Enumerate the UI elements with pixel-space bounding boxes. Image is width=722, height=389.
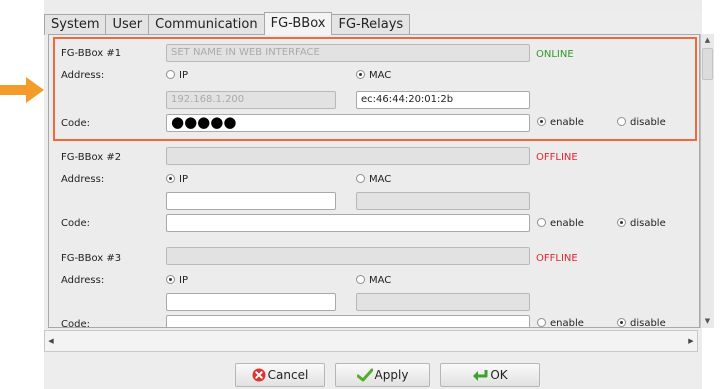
box2-disable-radio[interactable]: disable bbox=[617, 218, 666, 229]
box3-mac-label: MAC bbox=[369, 275, 392, 286]
dialog-top-strip bbox=[44, 0, 702, 12]
box3-status: OFFLINE bbox=[536, 253, 578, 264]
box1-title: FG-BBox #1 bbox=[61, 48, 122, 59]
scroll-left-icon[interactable]: ◀ bbox=[45, 331, 57, 351]
tab-bar: System User Communication FG-BBox FG-Rel… bbox=[44, 12, 411, 35]
box1-status: ONLINE bbox=[536, 49, 574, 60]
tab-user[interactable]: User bbox=[105, 14, 150, 35]
box2-status: OFFLINE bbox=[536, 152, 578, 163]
scroll-up-icon[interactable]: ▲ bbox=[701, 34, 714, 46]
box2-address-label: Address: bbox=[61, 174, 105, 185]
radio-dot bbox=[617, 117, 626, 126]
cancel-x-icon bbox=[252, 368, 266, 382]
radio-dot bbox=[166, 174, 175, 183]
box1-disable-radio[interactable]: disable bbox=[617, 117, 666, 128]
ok-label: OK bbox=[490, 368, 508, 382]
box3-ip-radio[interactable]: IP bbox=[166, 275, 188, 286]
radio-dot bbox=[166, 275, 175, 284]
box2-ip-field[interactable] bbox=[166, 192, 336, 210]
box1-mac-label: MAC bbox=[369, 70, 392, 81]
box3-enable-radio[interactable]: enable bbox=[537, 318, 584, 328]
box2-name-field[interactable] bbox=[166, 147, 530, 165]
radio-dot bbox=[537, 218, 546, 227]
box3-code-label: Code: bbox=[61, 319, 90, 328]
box2-title: FG-BBox #2 bbox=[61, 152, 122, 163]
box2-code-field[interactable] bbox=[166, 214, 530, 232]
button-bar: Cancel Apply OK bbox=[44, 356, 702, 389]
fg-bbox-panel: FG-BBox #1 SET NAME IN WEB INTERFACE ONL… bbox=[48, 34, 700, 328]
box2-code-label: Code: bbox=[61, 218, 90, 229]
box2-mac-radio[interactable]: MAC bbox=[356, 174, 391, 185]
radio-dot bbox=[617, 318, 626, 327]
box1-enable-label: enable bbox=[550, 117, 584, 128]
cancel-button[interactable]: Cancel bbox=[235, 363, 325, 387]
scroll-down-icon[interactable]: ▼ bbox=[701, 315, 714, 327]
box3-disable-label: disable bbox=[630, 318, 666, 328]
box1-ip-field[interactable]: 192.168.1.200 bbox=[166, 91, 336, 109]
apply-button[interactable]: Apply bbox=[335, 363, 430, 387]
radio-dot bbox=[356, 70, 365, 79]
tab-fg-bbox[interactable]: FG-BBox bbox=[263, 12, 333, 35]
box3-ip-field[interactable] bbox=[166, 293, 336, 311]
ok-arrow-icon bbox=[473, 370, 488, 381]
vertical-scrollbar[interactable]: ▲ ▼ bbox=[700, 34, 714, 328]
box3-code-field[interactable] bbox=[166, 315, 530, 327]
cancel-label: Cancel bbox=[267, 368, 309, 382]
ok-button[interactable]: OK bbox=[440, 363, 540, 387]
settings-dialog: System User Communication FG-BBox FG-Rel… bbox=[44, 0, 714, 389]
box3-enable-label: enable bbox=[550, 318, 584, 328]
radio-dot bbox=[356, 275, 365, 284]
box3-title: FG-BBox #3 bbox=[61, 253, 122, 264]
box1-enable-radio[interactable]: enable bbox=[537, 117, 584, 128]
box2-ip-radio[interactable]: IP bbox=[166, 174, 188, 185]
box3-name-field[interactable] bbox=[166, 247, 530, 265]
apply-label: Apply bbox=[374, 368, 409, 382]
radio-dot bbox=[537, 117, 546, 126]
box2-enable-label: enable bbox=[550, 218, 584, 229]
checkmark-icon bbox=[356, 368, 374, 382]
box1-code-field[interactable]: ●●●●● bbox=[166, 114, 530, 132]
box2-mac-label: MAC bbox=[369, 174, 392, 185]
box1-ip-radio[interactable]: IP bbox=[166, 70, 188, 81]
box3-address-label: Address: bbox=[61, 275, 105, 286]
box3-ip-label: IP bbox=[179, 275, 188, 286]
radio-dot bbox=[537, 318, 546, 327]
box3-disable-radio[interactable]: disable bbox=[617, 318, 666, 328]
box2-ip-label: IP bbox=[179, 174, 188, 185]
box1-name-field[interactable]: SET NAME IN WEB INTERFACE bbox=[166, 44, 530, 62]
box1-mac-field[interactable]: ec:46:44:20:01:2b bbox=[356, 91, 530, 109]
box1-mac-radio[interactable]: MAC bbox=[356, 70, 391, 81]
radio-dot bbox=[356, 174, 365, 183]
box1-disable-label: disable bbox=[630, 117, 666, 128]
orange-arrow-icon bbox=[0, 77, 44, 103]
box1-address-label: Address: bbox=[61, 70, 105, 81]
box2-enable-radio[interactable]: enable bbox=[537, 218, 584, 229]
box1-code-label: Code: bbox=[61, 118, 90, 129]
tab-system[interactable]: System bbox=[44, 14, 107, 35]
radio-dot bbox=[166, 70, 175, 79]
tab-communication[interactable]: Communication bbox=[148, 14, 265, 35]
radio-dot bbox=[617, 218, 626, 227]
tab-fg-relays[interactable]: FG-Relays bbox=[331, 14, 411, 35]
box1-ip-label: IP bbox=[179, 70, 188, 81]
vertical-scroll-thumb[interactable] bbox=[702, 48, 713, 80]
box3-mac-radio[interactable]: MAC bbox=[356, 275, 391, 286]
scroll-right-icon[interactable]: ▶ bbox=[685, 331, 697, 351]
box2-disable-label: disable bbox=[630, 218, 666, 229]
box3-mac-field[interactable] bbox=[356, 293, 530, 311]
horizontal-scrollbar[interactable]: ◀ ▶ bbox=[44, 330, 698, 352]
box2-mac-field[interactable] bbox=[356, 192, 530, 210]
